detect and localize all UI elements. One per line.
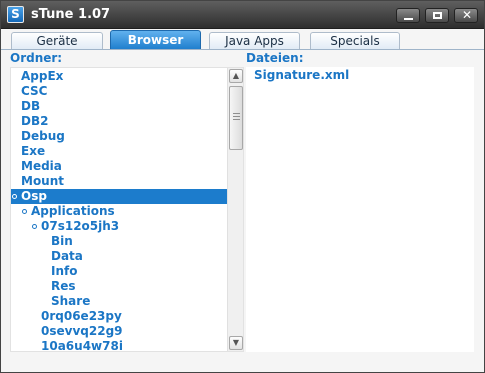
- tree-item[interactable]: DB2: [11, 114, 227, 129]
- tree-item-label: Debug: [21, 129, 65, 143]
- tree-item-label: Data: [51, 249, 83, 263]
- tree-item-label: DB: [21, 99, 41, 113]
- tree-item[interactable]: Osp: [11, 189, 227, 204]
- tree-item[interactable]: Exe: [11, 144, 227, 159]
- file-item[interactable]: Signature.xml: [254, 68, 349, 82]
- minimize-button[interactable]: [396, 8, 420, 23]
- tree-item[interactable]: Media: [11, 159, 227, 174]
- tree-item[interactable]: Applications: [11, 204, 227, 219]
- tree-item[interactable]: 0sevvq22g9: [11, 324, 227, 339]
- tree-item-label: CSC: [21, 84, 48, 98]
- tree-item-label: 0rq06e23py: [41, 309, 122, 323]
- app-window: S sTune 1.07 ✕ Geräte Browser Java Apps …: [0, 0, 485, 373]
- tree-item-label: Bin: [51, 234, 73, 248]
- tree-item-label: Res: [51, 279, 76, 293]
- tree-item[interactable]: Debug: [11, 129, 227, 144]
- tree-item[interactable]: Data: [11, 249, 227, 264]
- folders-label: Ordner:: [10, 51, 63, 65]
- expanded-bullet-icon[interactable]: [22, 209, 27, 214]
- tree-item-label: DB2: [21, 114, 49, 128]
- tree-item-label: Mount: [21, 174, 65, 188]
- tree-item[interactable]: Res: [11, 279, 227, 294]
- grip-line: [233, 116, 240, 117]
- tab-java-apps[interactable]: Java Apps: [209, 32, 300, 50]
- expanded-bullet-icon[interactable]: [32, 224, 37, 229]
- chevron-down-icon: ▼: [232, 338, 240, 347]
- tree-item-label: AppEx: [21, 69, 64, 83]
- tree-item[interactable]: 10a6u4w78i: [11, 339, 227, 351]
- grip-line: [233, 113, 240, 114]
- scroll-up-button[interactable]: ▲: [229, 69, 243, 83]
- tree-item[interactable]: Info: [11, 264, 227, 279]
- tab-geraete[interactable]: Geräte: [11, 32, 103, 50]
- tree-scrollbar[interactable]: ▲ ▼: [227, 68, 243, 351]
- maximize-icon: [433, 12, 442, 19]
- tree-item[interactable]: 07s12o5jh3: [11, 219, 227, 234]
- scroll-thumb[interactable]: [229, 86, 243, 150]
- tree-item-label: 07s12o5jh3: [41, 219, 120, 233]
- tab-browser[interactable]: Browser: [110, 30, 201, 50]
- close-icon: ✕: [462, 8, 473, 22]
- tree-item-label: Applications: [31, 204, 115, 218]
- tree-item[interactable]: AppEx: [11, 69, 227, 84]
- scroll-down-button[interactable]: ▼: [229, 336, 243, 350]
- tree-item[interactable]: Share: [11, 294, 227, 309]
- tab-bar: Geräte Browser Java Apps Specials: [1, 30, 484, 50]
- folder-tree-panel: AppEx CSC DB DB2 Debug Exe Media Mount Osp Applic…: [10, 67, 244, 352]
- tree-item[interactable]: CSC: [11, 84, 227, 99]
- tree-item[interactable]: 0rq06e23py: [11, 309, 227, 324]
- tree-item-label: 10a6u4w78i: [41, 339, 123, 351]
- tree-item-label: Media: [21, 159, 62, 173]
- grip-line: [233, 119, 240, 120]
- window-title: sTune 1.07: [31, 7, 111, 22]
- tree-item[interactable]: DB: [11, 99, 227, 114]
- maximize-button[interactable]: [425, 8, 449, 23]
- tree-item-label: 0sevvq22g9: [41, 324, 123, 338]
- file-list-panel: Signature.xml: [246, 67, 474, 352]
- tree-item-label: Exe: [21, 144, 46, 158]
- expanded-bullet-icon[interactable]: [12, 194, 17, 199]
- tree-item-label: Osp: [21, 189, 47, 203]
- tab-specials[interactable]: Specials: [310, 32, 400, 50]
- minimize-icon: [404, 18, 413, 20]
- tree-item-label: Info: [51, 264, 78, 278]
- title-bar[interactable]: S sTune 1.07 ✕: [1, 1, 484, 29]
- app-icon: S: [7, 6, 24, 23]
- tree-item[interactable]: Bin: [11, 234, 227, 249]
- chevron-up-icon: ▲: [232, 71, 240, 80]
- tree-item-label: Share: [51, 294, 91, 308]
- folder-tree[interactable]: AppEx CSC DB DB2 Debug Exe Media Mount Osp Applic…: [11, 68, 227, 351]
- files-label: Dateien:: [246, 51, 304, 65]
- close-button[interactable]: ✕: [454, 8, 478, 23]
- tree-item[interactable]: Mount: [11, 174, 227, 189]
- tab-divider: [1, 49, 484, 50]
